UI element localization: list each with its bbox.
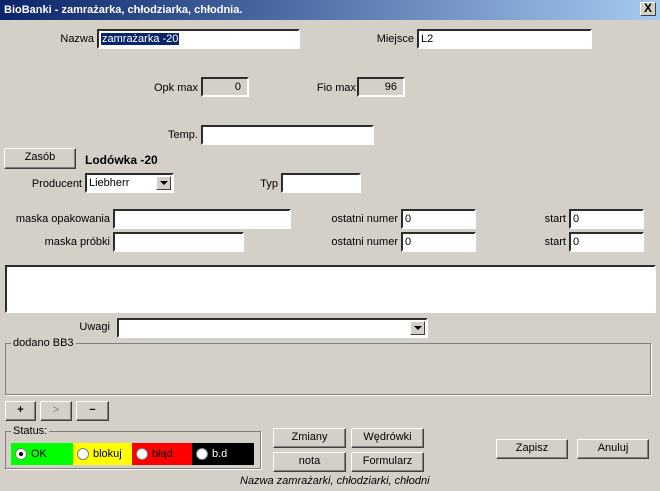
start-input-1[interactable]: 0: [569, 209, 644, 229]
radio-icon[interactable]: [136, 448, 148, 461]
close-icon: X: [643, 1, 652, 15]
window-title: BioBanki - zamrażarka, chłodziarka, chło…: [4, 4, 243, 16]
nazwa-input[interactable]: zamrażarka -20: [97, 29, 300, 49]
ostatni-numer-input-1[interactable]: 0: [401, 209, 476, 229]
typ-label: Typ: [260, 178, 278, 190]
formularz-button[interactable]: Formularz: [351, 452, 424, 472]
maska-opakowania-input[interactable]: [113, 209, 291, 229]
status-hint: Nazwa zamrażarki, chłodziarki, chłodni: [240, 475, 430, 487]
producent-select[interactable]: Liebherr: [85, 173, 174, 193]
zapisz-button[interactable]: Zapisz: [496, 439, 568, 459]
anuluj-button[interactable]: Anuluj: [577, 439, 649, 459]
status-blokuj-option[interactable]: blokuj: [73, 443, 132, 465]
status-radio-group: OK blokuj błąd b.d: [11, 443, 254, 465]
status-blad-label: błąd: [152, 448, 173, 460]
nota-button[interactable]: nota: [273, 452, 346, 472]
nazwa-label: Nazwa: [60, 33, 94, 45]
radio-icon[interactable]: [15, 448, 27, 461]
status-bd-option[interactable]: b.d: [192, 443, 254, 465]
fio-max-field: 96: [357, 77, 405, 97]
remove-button[interactable]: −: [76, 401, 109, 421]
radio-icon[interactable]: [77, 448, 89, 461]
status-bd-label: b.d: [212, 448, 228, 460]
typ-input[interactable]: [281, 173, 361, 193]
chevron-down-icon[interactable]: [156, 176, 171, 190]
maska-probki-label: maska próbki: [44, 236, 110, 248]
status-ok-label: OK: [31, 448, 47, 460]
opk-max-field: 0: [201, 77, 249, 97]
next-button[interactable]: >: [40, 401, 72, 421]
miejsce-input[interactable]: L2: [417, 29, 592, 49]
window-title-bar: BioBanki - zamrażarka, chłodziarka, chło…: [0, 0, 660, 20]
producent-value: Liebherr: [89, 177, 130, 189]
chevron-down-icon[interactable]: [410, 321, 425, 335]
opk-max-label: Opk max: [153, 82, 198, 94]
fio-max-label: Fio max: [316, 82, 356, 94]
zasob-name: Lodówka -20: [85, 153, 158, 167]
dodano-groupbox: [5, 343, 651, 395]
status-blokuj-label: blokuj: [93, 448, 122, 460]
start-input-2[interactable]: 0: [569, 232, 644, 252]
miejsce-label: Miejsce: [376, 33, 414, 45]
notes-memo[interactable]: [5, 265, 656, 313]
start-label-1: start: [544, 213, 566, 225]
wedrowki-button[interactable]: Wędrówki: [351, 428, 424, 448]
uwagi-select[interactable]: [117, 318, 428, 338]
add-button[interactable]: +: [5, 401, 36, 421]
nazwa-value: zamrażarka -20: [101, 33, 180, 45]
temp-input[interactable]: [201, 125, 374, 145]
zasob-button[interactable]: Zasób: [4, 148, 76, 169]
status-ok-option[interactable]: OK: [11, 443, 73, 465]
status-blad-option[interactable]: błąd: [132, 443, 192, 465]
ostatni-numer-label-1: ostatni numer: [331, 213, 398, 225]
temp-label: Temp.: [168, 129, 198, 141]
dodano-label: dodano BB3: [11, 337, 76, 349]
maska-opakowania-label: maska opakowania: [15, 213, 110, 225]
ostatni-numer-label-2: ostatni numer: [331, 236, 398, 248]
maska-probki-input[interactable]: [113, 232, 244, 252]
close-button[interactable]: X: [640, 2, 656, 16]
zmiany-button[interactable]: Zmiany: [273, 428, 346, 448]
producent-label: Producent: [31, 178, 82, 190]
status-label: Status:: [11, 425, 50, 437]
radio-icon[interactable]: [196, 448, 208, 461]
uwagi-label: Uwagi: [79, 321, 110, 333]
ostatni-numer-input-2[interactable]: 0: [401, 232, 476, 252]
start-label-2: start: [544, 236, 566, 248]
